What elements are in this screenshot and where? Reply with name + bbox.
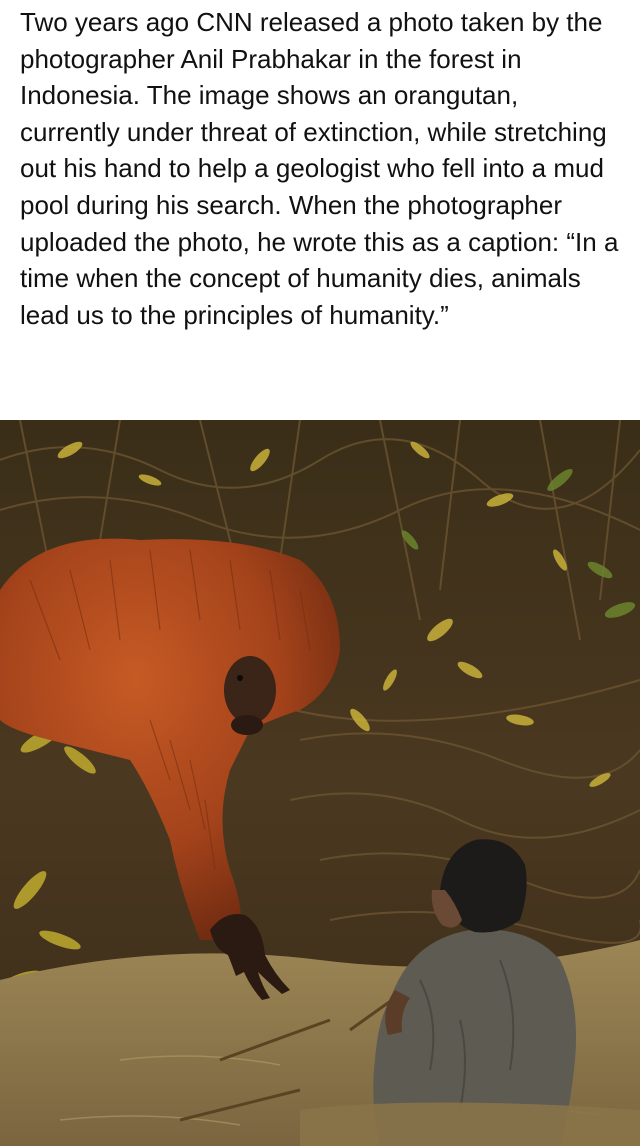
mud-surface: [300, 1102, 640, 1146]
orangutan-face: [224, 656, 276, 724]
post-caption: Two years ago CNN released a photo taken…: [20, 7, 619, 330]
orangutan-photo: [0, 420, 640, 1146]
orangutan-eye: [237, 675, 243, 681]
orangutan-muzzle: [231, 715, 263, 735]
photo-illustration: [0, 420, 640, 1146]
